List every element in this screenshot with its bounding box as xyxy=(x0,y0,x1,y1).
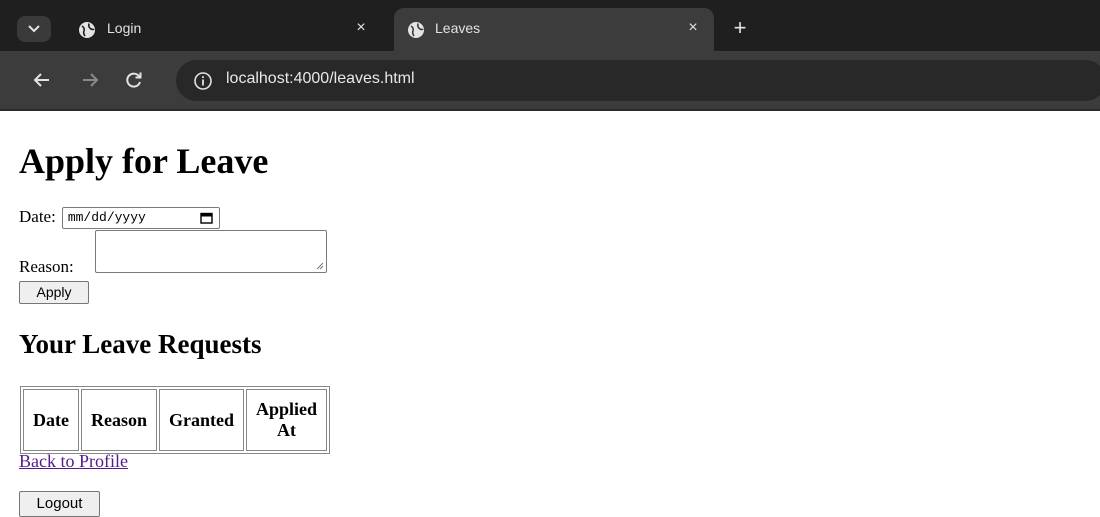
tab-search-button[interactable] xyxy=(17,16,51,42)
globe-icon xyxy=(79,22,95,38)
date-placeholder: mm/dd/yyyy xyxy=(67,210,146,226)
reload-button[interactable] xyxy=(122,68,146,92)
tab-title: Login xyxy=(107,20,142,36)
browser-toolbar: localhost:4000/leaves.html xyxy=(0,51,1100,111)
column-header-applied-at: Applied At xyxy=(246,389,328,451)
table-header-row: Date Reason Granted Applied At xyxy=(23,389,328,451)
globe-icon xyxy=(408,22,424,38)
chevron-down-icon xyxy=(28,25,40,33)
leave-requests-table: Date Reason Granted Applied At xyxy=(20,386,331,454)
forward-arrow-icon xyxy=(83,73,99,87)
date-input[interactable]: mm/dd/yyyy xyxy=(61,207,220,230)
new-tab-button[interactable]: + xyxy=(728,17,752,41)
back-to-profile-link[interactable]: Back to Profile xyxy=(19,451,128,472)
logout-button[interactable]: Logout xyxy=(19,491,100,517)
calendar-icon[interactable] xyxy=(200,212,213,225)
tab-leaves[interactable]: Leaves × xyxy=(394,8,714,51)
forward-button[interactable] xyxy=(78,68,102,92)
close-icon[interactable]: × xyxy=(684,19,702,37)
tab-login[interactable]: Login × xyxy=(66,8,382,51)
close-icon[interactable]: × xyxy=(352,19,370,37)
page-title: Apply for Leave xyxy=(19,141,269,181)
browser-tab-strip: Login × Leaves × + xyxy=(0,0,1100,51)
resize-grip-icon[interactable] xyxy=(316,262,324,270)
date-row: Date: mm/dd/yyyy xyxy=(19,207,220,230)
reason-label: Reason: xyxy=(19,257,74,276)
column-header-reason: Reason xyxy=(80,389,157,451)
column-header-date: Date xyxy=(23,389,79,451)
date-label: Date: xyxy=(19,207,56,226)
url-text: localhost:4000/leaves.html xyxy=(226,70,415,87)
tab-title: Leaves xyxy=(435,20,481,36)
column-header-granted: Granted xyxy=(159,389,244,451)
back-button[interactable] xyxy=(30,68,54,92)
info-icon[interactable] xyxy=(193,71,213,91)
reload-icon xyxy=(126,72,142,88)
address-bar[interactable]: localhost:4000/leaves.html xyxy=(176,60,1100,101)
back-arrow-icon xyxy=(33,73,49,87)
leave-requests-title: Your Leave Requests xyxy=(19,329,262,359)
apply-button[interactable]: Apply xyxy=(19,281,89,304)
reason-textarea[interactable] xyxy=(95,230,327,273)
